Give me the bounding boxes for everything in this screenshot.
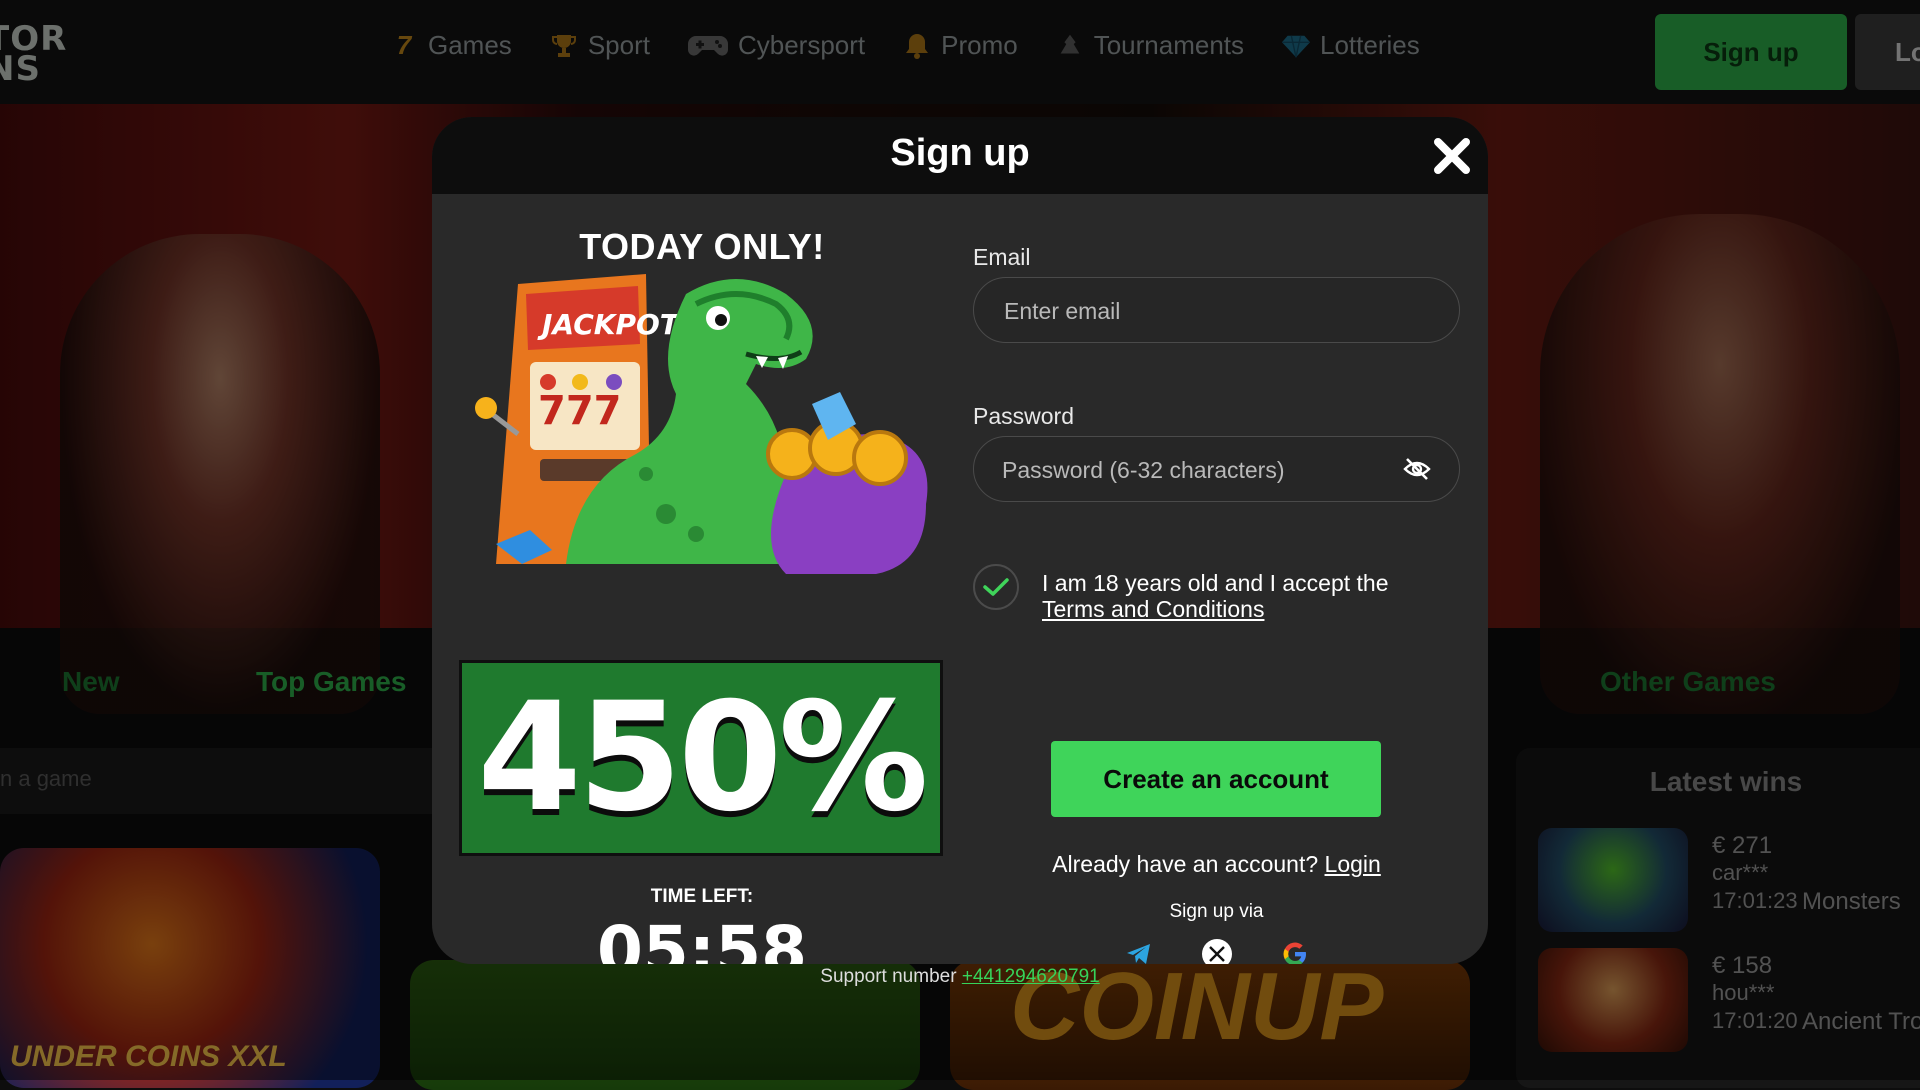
email-label: Email: [973, 244, 1031, 270]
coin-bag-icon: [766, 392, 928, 574]
support-label: Support number: [820, 966, 957, 987]
support-number-link[interactable]: +441294620791: [962, 966, 1100, 987]
email-field-wrapper: [973, 277, 1460, 344]
time-left-label: TIME LEFT:: [650, 886, 754, 907]
eye-off-icon[interactable]: [1403, 457, 1431, 481]
signup-form: Email Password I am 18 years old and I a…: [973, 194, 1488, 964]
google-button[interactable]: [1280, 939, 1310, 964]
terms-link[interactable]: Terms and Conditions: [1042, 596, 1264, 622]
social-signup: [973, 939, 1460, 964]
jackpot-label: JACKPOT: [537, 308, 681, 341]
telegram-button[interactable]: [1124, 939, 1154, 964]
create-account-button[interactable]: Create an account: [1051, 741, 1381, 817]
promo-panel: TODAY ONLY! JACKPOT 777 450% TIME LEFT: …: [432, 194, 972, 964]
x-icon: [1208, 946, 1225, 962]
login-link[interactable]: Login: [1325, 851, 1381, 877]
countdown-timer: 05:58: [596, 912, 808, 964]
age-terms-checkbox[interactable]: [973, 564, 1019, 610]
password-field-wrapper: [973, 436, 1460, 503]
close-button[interactable]: [1428, 132, 1476, 180]
google-icon: [1283, 942, 1306, 964]
already-text: Already have an account?: [1052, 851, 1319, 877]
bonus-badge: 450%: [459, 660, 943, 856]
close-icon: [1434, 138, 1470, 174]
checkmark-icon: [983, 578, 1009, 596]
x-button[interactable]: [1201, 939, 1232, 964]
svg-text:777: 777: [538, 388, 622, 434]
telegram-icon: [1126, 944, 1150, 964]
agree-text: I am 18 years old and I accept the: [1042, 570, 1389, 596]
modal-title: Sign up: [890, 132, 1030, 174]
modal-header: Sign up: [432, 117, 1488, 194]
email-field[interactable]: [1002, 278, 1386, 344]
login-prompt: Already have an account? Login: [973, 851, 1460, 878]
bonus-percent: 450%: [477, 671, 928, 845]
signup-via-label: Sign up via: [1169, 901, 1264, 922]
dino-jackpot-illustration: JACKPOT 777: [475, 274, 928, 574]
support-line: Support number +441294620791: [0, 966, 1920, 988]
terms-agreement: I am 18 years old and I accept the Terms…: [1042, 570, 1462, 622]
password-field[interactable]: [1000, 437, 1384, 503]
signup-modal: Sign up TODAY ONLY! JACKPOT 777 450% TIM…: [432, 117, 1488, 964]
promo-headline: TODAY ONLY!: [579, 226, 825, 267]
password-label: Password: [973, 403, 1074, 429]
